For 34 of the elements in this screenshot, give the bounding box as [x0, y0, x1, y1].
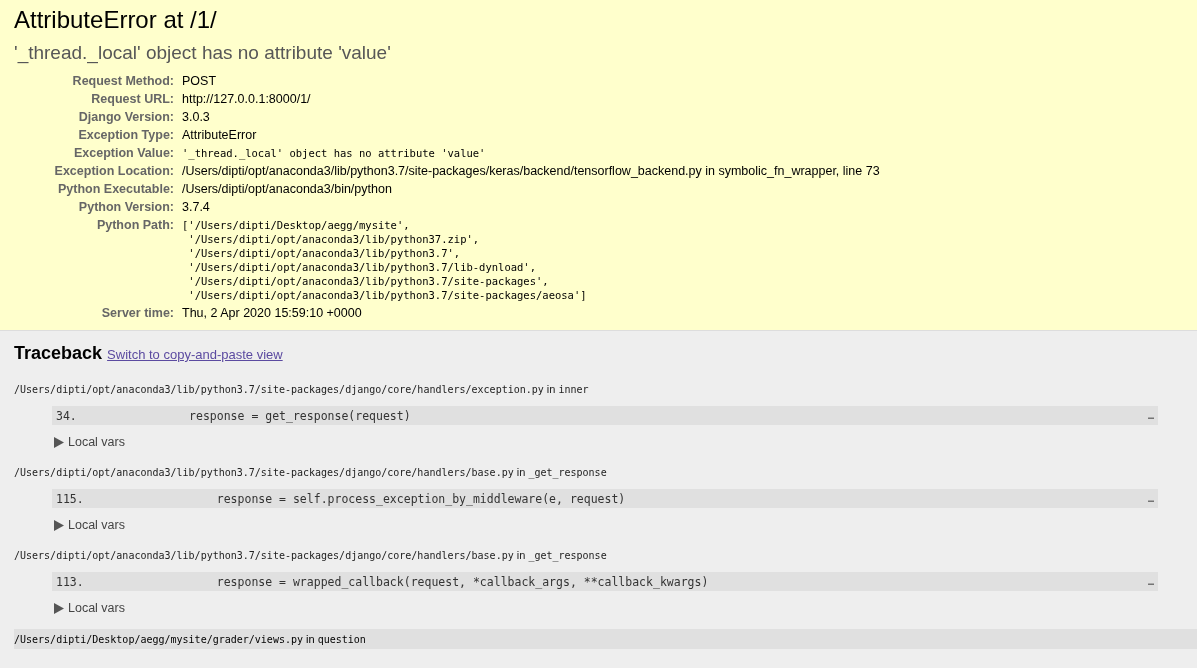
meta-value: 3.0.3 [182, 110, 211, 124]
meta-label: Exception Location: [53, 164, 174, 178]
frame-location: /Users/dipti/opt/anaconda3/lib/python3.7/site-packages/django/core/handlers/exception.py in inner [14, 382, 590, 397]
meta-value: 3.7.4 [182, 200, 211, 214]
local-vars-toggle[interactable]: Local vars [68, 601, 125, 615]
meta-value: /Users/dipti/opt/anaconda3/lib/python3.7/site-packages/keras/backend/tensorflow_backend.py in symbolic_fn_wrapper, line 73 [182, 164, 881, 178]
expand-icon[interactable] [54, 436, 64, 448]
meta-label: Server time: [100, 306, 174, 320]
local-vars-toggle[interactable]: Local vars [68, 518, 125, 532]
error-message: '_thread._local' object has no attribute 'value' [14, 42, 392, 64]
meta-label: Django Version: [77, 110, 174, 124]
frame-location: /Users/dipti/Desktop/aegg/mysite/grader/views.py in question [14, 629, 1197, 649]
frame-location: /Users/dipti/opt/anaconda3/lib/python3.7/site-packages/django/core/handlers/base.py in _get_response [14, 465, 608, 481]
meta-label: Python Path: [95, 218, 174, 234]
meta-value: /Users/dipti/opt/anaconda3/bin/python [182, 182, 393, 196]
frame-location: /Users/dipti/opt/anaconda3/lib/python3.7/site-packages/django/core/handlers/base.py in _get_response [14, 548, 608, 564]
meta-value: ['/Users/dipti/Desktop/aegg/mysite', '/Users/dipti/opt/anaconda3/lib/python37.zip', '/Users/dipti/opt/anaconda3/lib/python3.7', '/Users/dipti/opt/anaconda3/lib/python3.7/lib-dynload', '/Users/dipti/opt/anaconda3/lib/python3.7/site-packages', '/Users/dipti/opt/anaconda3/lib/python3.7/site-packages/aeosa'] [182, 218, 588, 302]
meta-value: http://127.0.0.1:8000/1/ [182, 92, 312, 106]
local-vars-toggle[interactable]: Local vars [68, 435, 125, 449]
traceback-heading: Traceback [14, 343, 103, 364]
meta-value: '_thread._local' object has no attribute 'value' [182, 146, 487, 160]
meta-value: POST [182, 74, 218, 88]
meta-label: Exception Value: [72, 146, 174, 160]
meta-label: Exception Type: [77, 128, 174, 142]
error-title: AttributeError at /1/ [14, 6, 218, 34]
expand-icon[interactable] [54, 519, 64, 531]
meta-label: Python Executable: [57, 182, 174, 196]
meta-label: Request Method: [71, 74, 174, 88]
expand-icon[interactable] [54, 602, 64, 614]
switch-view-link[interactable]: Switch to copy-and-paste view [107, 347, 283, 362]
meta-label: Python Version: [77, 200, 174, 214]
meta-value: Thu, 2 Apr 2020 15:59:10 +0000 [182, 306, 363, 320]
meta-label: Request URL: [90, 92, 174, 106]
meta-value: AttributeError [182, 128, 258, 142]
